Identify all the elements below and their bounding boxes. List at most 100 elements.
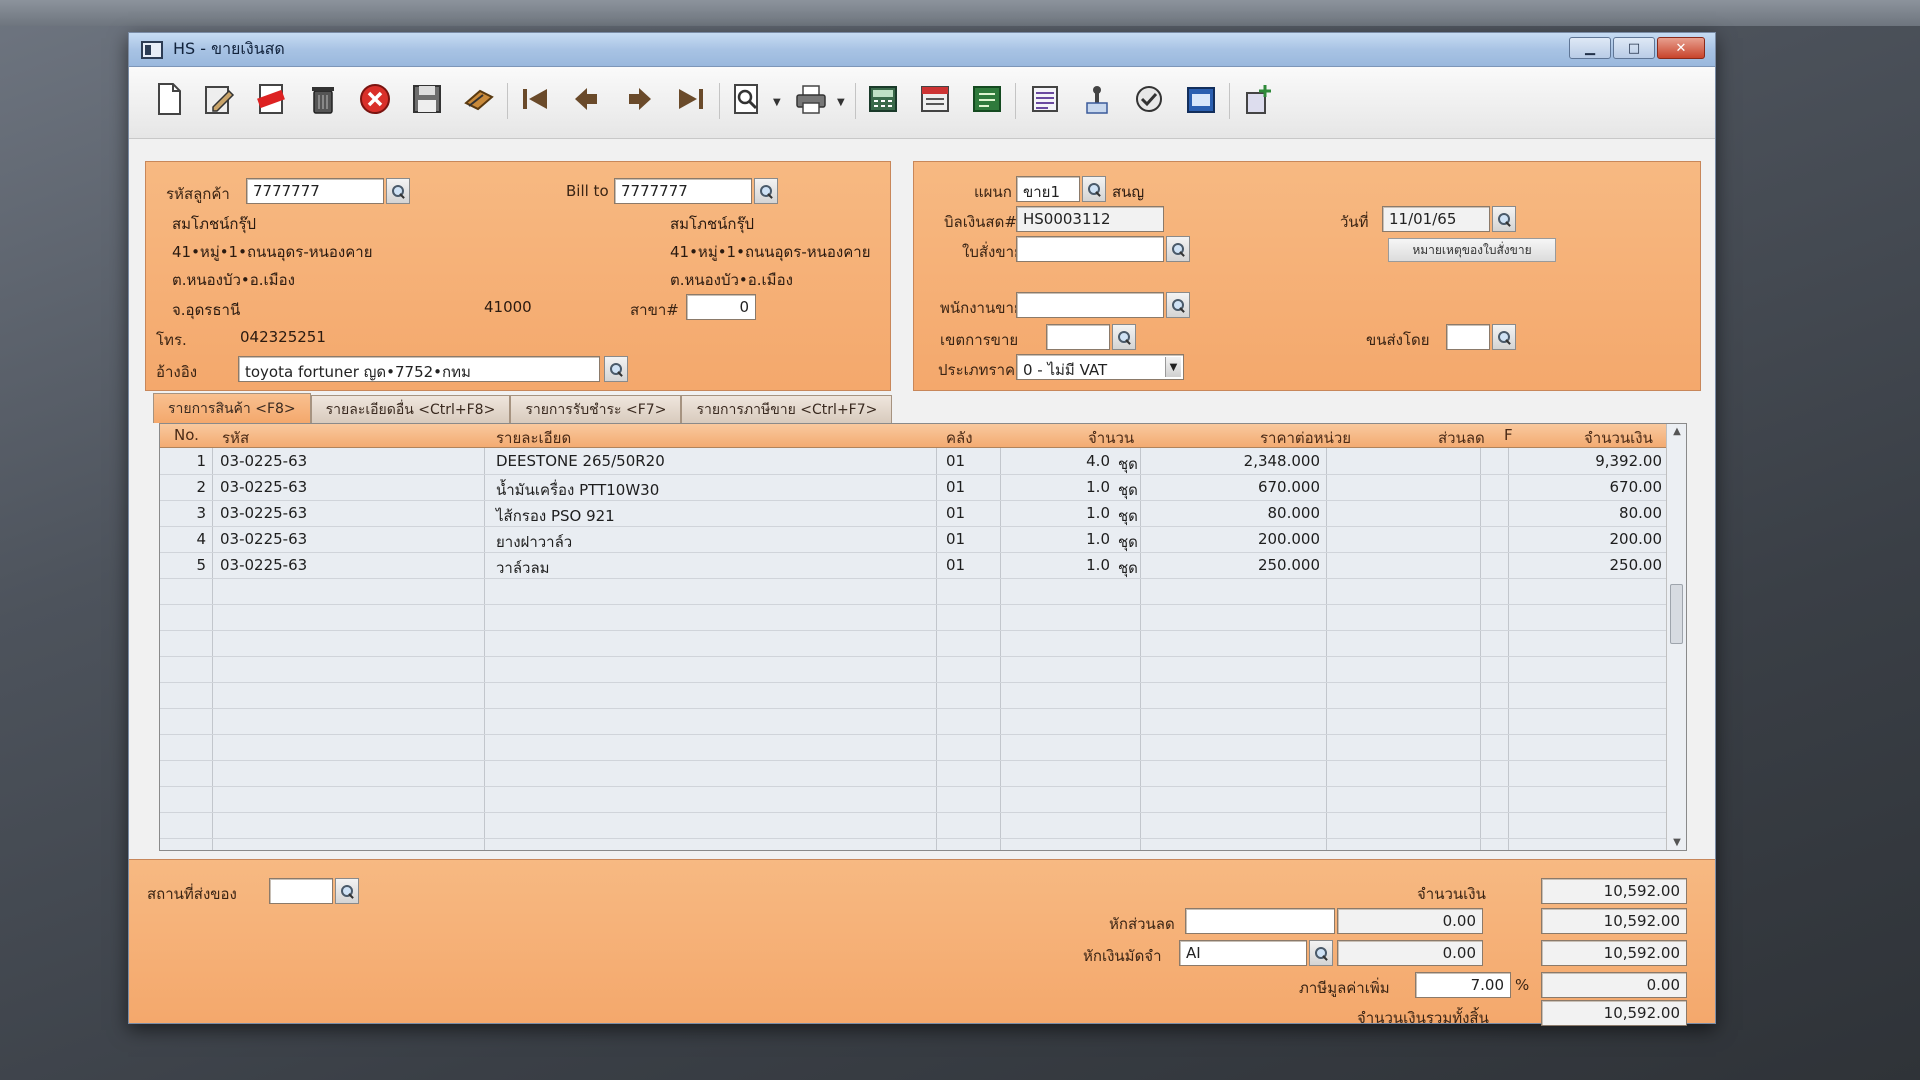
cell-item-description[interactable]: วาล์วลม xyxy=(496,556,550,580)
close-button[interactable]: ✕ xyxy=(1657,37,1705,59)
grid-scrollbar[interactable]: ▲ ▼ xyxy=(1666,424,1686,850)
price-icon[interactable] xyxy=(967,77,1007,121)
scroll-up-icon[interactable]: ▲ xyxy=(1667,426,1687,437)
print-icon[interactable] xyxy=(791,77,831,121)
cell-quantity[interactable]: 1.0 xyxy=(1050,556,1110,574)
cell-quantity[interactable]: 4.0 xyxy=(1050,452,1110,470)
cell-item-code[interactable]: 03-0225-63 xyxy=(220,452,307,470)
sales-area-search-button[interactable] xyxy=(1112,324,1136,350)
tab-other-details[interactable]: รายละเอียดอื่น <Ctrl+F8> xyxy=(310,395,511,423)
ship-by-field[interactable] xyxy=(1446,324,1490,350)
cell-row-number[interactable]: 5 xyxy=(168,556,206,574)
cell-amount[interactable]: 250.00 xyxy=(1530,556,1663,574)
cell-row-number[interactable]: 2 xyxy=(168,478,206,496)
customer-search-button[interactable] xyxy=(386,178,410,204)
scroll-down-icon[interactable]: ▼ xyxy=(1667,837,1687,848)
bill-number-field[interactable]: HS0003112 xyxy=(1016,206,1164,232)
cell-row-number[interactable]: 4 xyxy=(168,530,206,548)
customer-code-field[interactable]: 7777777 xyxy=(246,178,384,204)
deposit-value-field[interactable]: 0.00 xyxy=(1337,940,1483,966)
tab-items[interactable]: รายการสินค้า <F8> xyxy=(153,393,311,423)
ship-to-field[interactable] xyxy=(269,878,333,904)
save-icon[interactable] xyxy=(407,77,447,121)
col-header-quantity[interactable]: จำนวน xyxy=(1088,426,1134,450)
sales-area-field[interactable] xyxy=(1046,324,1110,350)
ship-to-search-button[interactable] xyxy=(335,878,359,904)
date-picker-button[interactable] xyxy=(1492,206,1516,232)
after-discount-field[interactable]: 10,592.00 xyxy=(1541,908,1687,934)
amount-field[interactable]: 10,592.00 xyxy=(1541,878,1687,904)
cell-unit[interactable]: ชุด xyxy=(1118,556,1138,580)
cell-item-description[interactable]: ไส้กรอง PSO 921 xyxy=(496,504,615,528)
bill-to-field[interactable]: 7777777 xyxy=(614,178,752,204)
calculator-icon[interactable] xyxy=(863,77,903,121)
department-search-button[interactable] xyxy=(1082,176,1106,202)
cell-unit[interactable]: ชุด xyxy=(1118,452,1138,476)
col-header-code[interactable]: รหัส xyxy=(222,426,249,450)
transfer-icon[interactable] xyxy=(1239,77,1279,121)
cell-item-code[interactable]: 03-0225-63 xyxy=(220,478,307,496)
discount-value-field[interactable]: 0.00 xyxy=(1337,908,1483,934)
department-field[interactable]: ขาย1 xyxy=(1016,176,1080,202)
price-type-select[interactable]: 0 - ไม่มี VAT ▼ xyxy=(1016,354,1184,380)
cell-warehouse[interactable]: 01 xyxy=(946,556,965,574)
deposit-code-field[interactable]: AI xyxy=(1179,940,1307,966)
salesman-search-button[interactable] xyxy=(1166,292,1190,318)
cell-unit-price[interactable]: 670.000 xyxy=(1160,478,1320,496)
maximize-button[interactable]: □ xyxy=(1613,37,1655,59)
previous-record-icon[interactable] xyxy=(567,77,607,121)
cell-unit-price[interactable]: 250.000 xyxy=(1160,556,1320,574)
register-icon[interactable] xyxy=(915,77,955,121)
bill-to-search-button[interactable] xyxy=(754,178,778,204)
tab-sales-tax[interactable]: รายการภาษีขาย <Ctrl+F7> xyxy=(681,395,893,423)
col-header-unit-price[interactable]: ราคาต่อหน่วย xyxy=(1260,426,1351,450)
sales-order-note-button[interactable]: หมายเหตุของใบสั่งขาย xyxy=(1388,238,1556,262)
cell-unit[interactable]: ชุด xyxy=(1118,478,1138,502)
print-dropdown-icon[interactable]: ▼ xyxy=(837,97,845,108)
reference-search-button[interactable] xyxy=(604,356,628,382)
cell-unit[interactable]: ชุด xyxy=(1118,530,1138,554)
attach-icon[interactable] xyxy=(459,77,499,121)
cell-amount[interactable]: 80.00 xyxy=(1530,504,1662,522)
cell-unit[interactable]: ชุด xyxy=(1118,504,1138,528)
col-header-amount[interactable]: จำนวนเงิน xyxy=(1584,426,1653,450)
date-field[interactable]: 11/01/65 xyxy=(1382,206,1490,232)
chevron-down-icon[interactable]: ▼ xyxy=(1165,357,1181,377)
ship-by-search-button[interactable] xyxy=(1492,324,1516,350)
reference-field[interactable]: toyota fortuner ญด•7752•กทม xyxy=(238,356,600,382)
cell-item-code[interactable]: 03-0225-63 xyxy=(220,530,307,548)
vat-rate-field[interactable]: 7.00 xyxy=(1415,972,1511,998)
tab-payments[interactable]: รายการรับชำระ <F7> xyxy=(510,395,682,423)
total-field[interactable]: 10,592.00 xyxy=(1541,1000,1687,1026)
cancel-icon[interactable] xyxy=(355,77,395,121)
confirm-icon[interactable] xyxy=(1129,77,1169,121)
col-header-warehouse[interactable]: คลัง xyxy=(946,426,973,450)
cell-warehouse[interactable]: 01 xyxy=(946,504,965,522)
col-header-no[interactable]: No. xyxy=(174,426,199,444)
col-header-discount[interactable]: ส่วนลด xyxy=(1438,426,1485,450)
cell-unit-price[interactable]: 80.000 xyxy=(1160,504,1321,522)
deposit-search-button[interactable] xyxy=(1309,940,1333,966)
first-record-icon[interactable] xyxy=(515,77,555,121)
void-icon[interactable] xyxy=(251,77,291,121)
after-deposit-field[interactable]: 10,592.00 xyxy=(1541,940,1687,966)
cell-item-description[interactable]: น้ำมันเครื่อง PTT10W30 xyxy=(496,478,659,502)
branch-field[interactable]: 0 xyxy=(686,294,756,320)
approve-icon[interactable] xyxy=(1077,77,1117,121)
ok-icon[interactable] xyxy=(1181,77,1221,121)
cell-warehouse[interactable]: 01 xyxy=(946,452,965,470)
salesman-field[interactable] xyxy=(1016,292,1164,318)
cell-row-number[interactable]: 3 xyxy=(168,504,206,522)
cell-unit-price[interactable]: 2,348.000 xyxy=(1160,452,1320,470)
col-header-flag[interactable]: F xyxy=(1504,426,1513,444)
preview-dropdown-icon[interactable]: ▼ xyxy=(773,97,781,108)
delete-icon[interactable] xyxy=(303,77,343,121)
cell-warehouse[interactable]: 01 xyxy=(946,478,965,496)
cell-unit-price[interactable]: 200.000 xyxy=(1160,530,1320,548)
cell-row-number[interactable]: 1 xyxy=(168,452,206,470)
cell-quantity[interactable]: 1.0 xyxy=(1050,530,1110,548)
vat-amount-field[interactable]: 0.00 xyxy=(1541,972,1687,998)
cell-item-code[interactable]: 03-0225-63 xyxy=(220,556,307,574)
cell-amount[interactable]: 200.00 xyxy=(1530,530,1663,548)
cell-amount[interactable]: 670.00 xyxy=(1530,478,1663,496)
